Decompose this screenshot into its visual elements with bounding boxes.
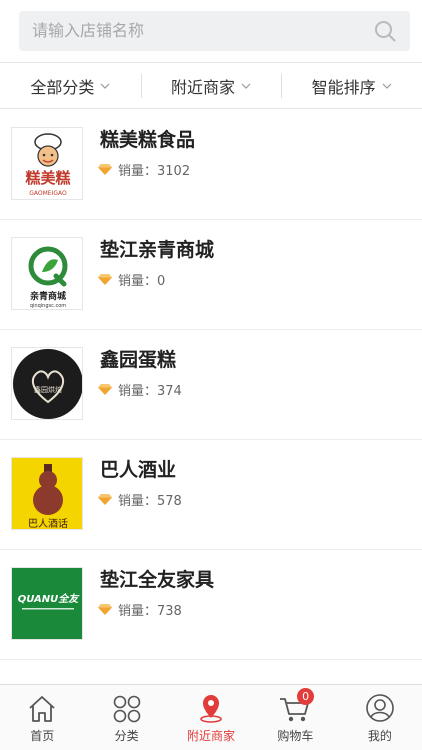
shop-sales-text: 销量：3102 (118, 164, 191, 179)
user-icon (366, 694, 394, 722)
shop-sales: 销量：374 (98, 380, 182, 399)
shop-logo: 巴人酒话 (11, 457, 83, 530)
list-item[interactable]: QUANU全友 垫江全友家具 销量：738 (0, 550, 422, 660)
diamond-icon (98, 384, 112, 395)
chevron-down-icon (241, 83, 251, 89)
shop-logo: QUANU全友 (11, 567, 83, 640)
shop-name: 垫江亲青商城 (100, 239, 215, 261)
filter-category[interactable]: 全部分类 (0, 63, 141, 108)
shop-sales-text: 销量：374 (118, 384, 182, 399)
tab-mine[interactable]: 我的 (338, 685, 422, 750)
shop-logo: 鑫园烘焙 (11, 347, 83, 420)
search-input[interactable]: 请输入店铺名称 (19, 11, 410, 51)
shop-logo: 亲青商城 qinqingsc.com (11, 237, 83, 310)
tab-category[interactable]: 分类 (84, 685, 168, 750)
diamond-icon (98, 164, 112, 175)
logo-subtext: GAOMEIGAO (29, 190, 67, 197)
location-pin-icon (200, 695, 222, 723)
filter-label: 全部分类 (30, 77, 95, 97)
shop-name: 垫江全友家具 (100, 569, 215, 591)
search-bar: 请输入店铺名称 (0, 0, 422, 62)
shop-sales: 销量：738 (98, 600, 182, 619)
logo-subtext: qinqingsc.com (30, 303, 66, 309)
tab-cart[interactable]: 0 购物车 (253, 685, 337, 750)
diamond-icon (98, 604, 112, 615)
bottom-tab-bar: 首页 分类 附近商家 0 购物车 我的 (0, 684, 422, 750)
shop-sales: 销量：0 (98, 270, 165, 289)
category-icon (113, 695, 140, 723)
tab-label: 购物车 (277, 729, 314, 743)
shop-sales-text: 销量：738 (118, 604, 182, 619)
filter-label: 附近商家 (171, 77, 236, 97)
list-item[interactable]: 糕美糕 GAOMEIGAO 糕美糕食品 销量：3102 (0, 110, 422, 220)
list-item[interactable]: 巴人酒话 巴人酒业 销量：578 (0, 440, 422, 550)
search-placeholder: 请输入店铺名称 (32, 21, 145, 40)
tab-nearby[interactable]: 附近商家 (169, 685, 253, 750)
shop-sales-text: 销量：578 (118, 494, 182, 509)
tab-label: 附近商家 (187, 729, 236, 743)
shop-list: 糕美糕 GAOMEIGAO 糕美糕食品 销量：3102 亲青商城 qinqing… (0, 110, 422, 660)
search-icon[interactable] (374, 20, 396, 42)
logo-text: 鑫园烘焙 (34, 385, 62, 394)
shop-sales: 销量：578 (98, 490, 182, 509)
tab-home[interactable]: 首页 (0, 685, 84, 750)
filter-label: 智能排序 (311, 77, 376, 97)
filter-sort[interactable]: 智能排序 (281, 63, 422, 108)
logo-text: 糕美糕 (25, 169, 70, 187)
home-icon (29, 696, 55, 722)
list-item[interactable]: 亲青商城 qinqingsc.com 垫江亲青商城 销量：0 (0, 220, 422, 330)
tab-label: 首页 (30, 729, 55, 743)
tab-label: 分类 (114, 729, 139, 743)
shop-logo: 糕美糕 GAOMEIGAO (11, 127, 83, 200)
shop-name: 鑫园蛋糕 (100, 349, 177, 371)
shop-name: 糕美糕食品 (100, 129, 196, 151)
diamond-icon (98, 274, 112, 285)
logo-text: 亲青商城 (30, 290, 66, 302)
chevron-down-icon (100, 83, 110, 89)
diamond-icon (98, 494, 112, 505)
list-item[interactable]: 鑫园烘焙 鑫园蛋糕 销量：374 (0, 330, 422, 440)
filter-bar: 全部分类 附近商家 智能排序 (0, 62, 422, 109)
logo-text: QUANU全友 (18, 593, 80, 605)
shop-name: 巴人酒业 (100, 459, 177, 481)
shop-sales-text: 销量：0 (118, 274, 166, 289)
filter-nearby[interactable]: 附近商家 (140, 63, 282, 108)
shop-sales: 销量：3102 (98, 160, 190, 179)
logo-text: 巴人酒话 (28, 518, 68, 530)
tab-label: 我的 (367, 729, 392, 743)
chevron-down-icon (382, 83, 392, 89)
cart-badge: 0 (297, 688, 315, 705)
